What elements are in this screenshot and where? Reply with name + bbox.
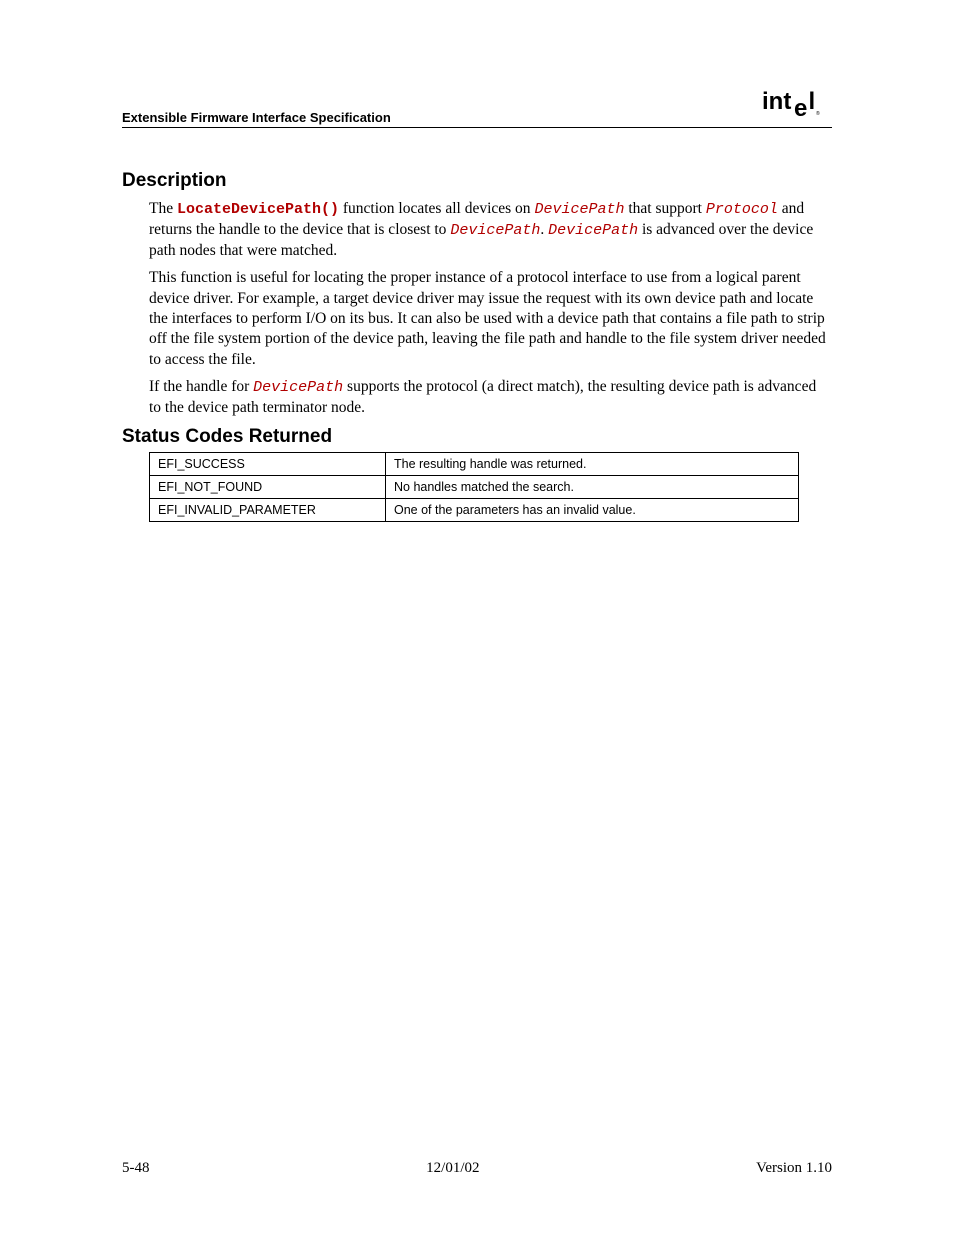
code-param: DevicePath [450,222,540,239]
code-param: DevicePath [548,222,638,239]
status-code-cell: EFI_SUCCESS [150,452,386,475]
text-fragment: function locates all devices on [339,200,534,217]
description-heading: Description [122,170,832,192]
description-paragraph-1: The LocateDevicePath() function locates … [149,199,832,261]
code-param: DevicePath [534,201,624,218]
footer-date: 12/01/02 [426,1160,479,1177]
svg-text:e: e [794,95,807,120]
page-header: Extensible Firmware Interface Specificat… [122,86,832,128]
code-param: DevicePath [253,379,343,396]
status-desc-cell: The resulting handle was returned. [386,452,799,475]
svg-text:int: int [762,88,791,115]
svg-text:®: ® [816,110,820,117]
footer-version: Version 1.10 [756,1160,832,1177]
page-container: Extensible Firmware Interface Specificat… [0,0,954,522]
code-function: LocateDevicePath() [177,201,339,218]
status-codes-table: EFI_SUCCESS The resulting handle was ret… [149,452,799,522]
intel-logo-icon: int e l ® [762,86,832,120]
text-fragment: that support [624,200,705,217]
description-paragraph-2: This function is useful for locating the… [149,268,832,370]
page-footer: 5-48 12/01/02 Version 1.10 [122,1160,832,1177]
status-code-cell: EFI_INVALID_PARAMETER [150,498,386,521]
status-codes-heading: Status Codes Returned [122,426,832,448]
text-fragment: . [540,221,548,238]
intel-logo: int e l ® [762,86,832,125]
text-fragment: If the handle for [149,378,253,395]
text-fragment: The [149,200,177,217]
footer-page-number: 5-48 [122,1160,150,1177]
status-desc-cell: One of the parameters has an invalid val… [386,498,799,521]
doc-title: Extensible Firmware Interface Specificat… [122,110,391,125]
table-row: EFI_INVALID_PARAMETER One of the paramet… [150,498,799,521]
description-paragraph-3: If the handle for DevicePath supports th… [149,377,832,418]
table-row: EFI_NOT_FOUND No handles matched the sea… [150,475,799,498]
table-row: EFI_SUCCESS The resulting handle was ret… [150,452,799,475]
status-code-cell: EFI_NOT_FOUND [150,475,386,498]
svg-text:l: l [809,88,816,115]
code-param: Protocol [706,201,778,218]
status-desc-cell: No handles matched the search. [386,475,799,498]
